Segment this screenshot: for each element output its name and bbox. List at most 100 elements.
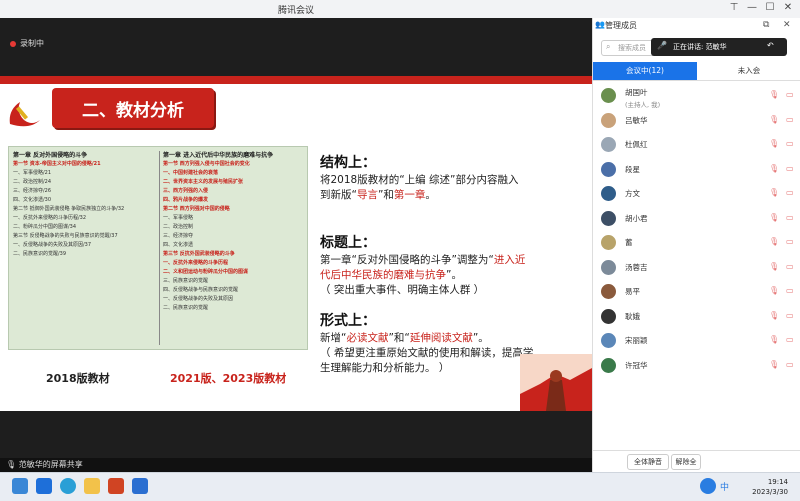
- participant-row[interactable]: 方文 🎙 ▭: [593, 182, 800, 207]
- mic-muted-icon[interactable]: 🎙: [769, 188, 779, 197]
- presentation-slide: 二、教材分析 第一章 反对外国侵略的斗争 第一节 资本-帝国主义对中国的侵略/21…: [0, 76, 592, 411]
- structure-line2: 到新版“导言”和第一章。: [320, 189, 436, 201]
- avatar: [601, 161, 616, 177]
- camera-off-icon[interactable]: ▭: [786, 311, 794, 320]
- column-divider: [159, 151, 160, 345]
- avatar: [601, 88, 616, 103]
- participant-row[interactable]: 杜佩红 🎙 ▭: [593, 133, 800, 158]
- participant-row[interactable]: 胡小君 🎙 ▭: [593, 207, 800, 232]
- mic-muted-icon[interactable]: 🎙: [769, 311, 779, 320]
- participant-row[interactable]: 易平 🎙 ▭: [593, 280, 800, 305]
- powerpoint-icon[interactable]: [108, 478, 124, 494]
- monument-decoration-icon: [520, 354, 592, 411]
- mic-muted-icon[interactable]: 🎙: [769, 335, 779, 344]
- panel-close-icon[interactable]: ✕: [783, 20, 791, 30]
- participant-row[interactable]: 耿娥 🎙 ▭: [593, 305, 800, 330]
- camera-off-icon[interactable]: ▭: [786, 360, 794, 369]
- speaking-text: 正在讲话: 范敏华: [673, 43, 727, 51]
- participant-name: 吕敏华: [625, 115, 648, 125]
- participant-name: 汤蓉吉: [625, 262, 648, 272]
- tab-not-joined[interactable]: 未入会: [697, 62, 800, 80]
- structure-line1: 将2018版教材的“上编 综述”部分内容融入: [320, 174, 519, 186]
- slide-header: 二、教材分析: [52, 88, 214, 128]
- tencent-meeting-icon[interactable]: [132, 478, 148, 494]
- popout-icon[interactable]: ⧉: [763, 20, 769, 30]
- mic-muted-icon[interactable]: 🎙: [769, 164, 779, 173]
- participant-name: 方文: [625, 189, 640, 198]
- clock-date: 2023/3/30: [752, 488, 788, 496]
- screen-share-label: 🎙 范敏华的屏幕共享: [6, 460, 83, 469]
- contents-line: 四、反侵略战争与民族意识的觉醒: [163, 287, 239, 293]
- baidu-ime-icon[interactable]: [700, 478, 716, 494]
- mic-muted-icon[interactable]: 🎙: [769, 237, 779, 246]
- windows-taskbar: 中 19:14 2023/3/30: [0, 472, 800, 501]
- members-icon: 👥: [595, 20, 605, 29]
- widgets-icon[interactable]: [12, 478, 28, 494]
- participant-row[interactable]: 许冠华 🎙 ▭: [593, 354, 800, 379]
- system-clock[interactable]: 19:14 2023/3/30: [744, 477, 788, 497]
- close-button[interactable]: ✕: [780, 2, 796, 13]
- title-section: 标题上： 第一章“反对外国侵略的斗争”调整为“进入近 代后中华民族的磨难与抗争”…: [320, 236, 582, 298]
- camera-off-icon[interactable]: ▭: [786, 139, 794, 148]
- contents-line: 第一章 反对外国侵略的斗争: [13, 152, 88, 159]
- label-2018-edition: 2018版教材: [46, 372, 110, 385]
- participant-row[interactable]: 胡国叶 (主持人, 我) 🎙 ▭: [593, 84, 800, 109]
- camera-off-icon[interactable]: ▭: [786, 335, 794, 344]
- avatar: [601, 112, 616, 128]
- camera-off-icon[interactable]: ▭: [786, 115, 794, 124]
- recording-indicator[interactable]: 录制中: [10, 38, 44, 49]
- participant-row[interactable]: 蓄 🎙 ▭: [593, 231, 800, 256]
- participant-name: 宋丽颖: [625, 336, 648, 345]
- mic-muted-icon[interactable]: 🎙: [769, 262, 779, 271]
- contents-line: 四、鸦片战争的爆发: [163, 197, 209, 203]
- contents-line: 四、文化渗透: [163, 242, 194, 248]
- mic-muted-icon[interactable]: 🎙: [769, 90, 779, 99]
- contents-line: 第一章 进入近代后中华民族的磨难与抗争: [163, 152, 274, 159]
- edge-browser-icon[interactable]: [60, 478, 76, 494]
- camera-off-icon[interactable]: ▭: [786, 262, 794, 271]
- mic-muted-icon[interactable]: 🎙: [769, 115, 779, 124]
- camera-off-icon[interactable]: ▭: [786, 286, 794, 295]
- camera-off-icon[interactable]: ▭: [786, 188, 794, 197]
- pin-icon[interactable]: ⊤: [726, 2, 742, 13]
- title-line3: （ 突出重大事件、明确主体人群 ）: [320, 284, 485, 296]
- participant-name: 易平: [625, 287, 640, 296]
- contents-line: 一、军事侵略/21: [13, 170, 52, 176]
- contents-line: 二、义和团运动与粉碎瓜分中国的图谋: [163, 269, 249, 275]
- unmute-all-button[interactable]: 解除全: [671, 454, 701, 470]
- maximize-button[interactable]: ☐: [762, 2, 778, 13]
- window-title: 腾讯会议: [277, 6, 314, 16]
- raise-hand-icon[interactable]: ↶: [767, 41, 774, 50]
- participant-row[interactable]: 宋丽颖 🎙 ▭: [593, 329, 800, 354]
- avatar: [601, 284, 616, 299]
- camera-off-icon[interactable]: ▭: [786, 237, 794, 246]
- mic-muted-icon[interactable]: 🎙: [769, 360, 779, 369]
- file-explorer-icon[interactable]: [84, 478, 100, 494]
- avatar: [601, 357, 616, 373]
- contents-line: 三、西方列强的入侵: [163, 188, 209, 194]
- tab-in-meeting[interactable]: 会议中(12): [593, 62, 697, 80]
- ime-mode-label[interactable]: 中: [720, 480, 729, 493]
- camera-off-icon[interactable]: ▭: [786, 90, 794, 99]
- camera-off-icon[interactable]: ▭: [786, 213, 794, 222]
- mic-muted-icon[interactable]: 🎙: [769, 286, 779, 295]
- title-line1: 第一章“反对外国侵略的斗争”调整为“进入近: [320, 254, 526, 266]
- minimize-button[interactable]: —: [744, 2, 760, 13]
- participant-tabs: 会议中(12) 未入会: [593, 62, 800, 81]
- participant-row[interactable]: 吕敏华 🎙 ▭: [593, 109, 800, 134]
- start-icon[interactable]: [36, 478, 52, 494]
- participant-row[interactable]: 段星 🎙 ▭: [593, 158, 800, 183]
- share-status-bar: 🎙 范敏华的屏幕共享: [0, 458, 592, 472]
- mute-all-button[interactable]: 全体静音: [627, 454, 669, 470]
- mic-muted-icon[interactable]: 🎙: [769, 139, 779, 148]
- contents-line: 第二节 抵御外国武装侵略 争取民族独立的斗争/32: [13, 206, 125, 212]
- contents-line: 第三节 反侵略战争的失败与民族意识的觉醒/37: [13, 233, 118, 239]
- contents-line: 一、反侵略战争的失败及其原因: [163, 296, 234, 302]
- mic-muted-icon[interactable]: 🎙: [769, 213, 779, 222]
- camera-off-icon[interactable]: ▭: [786, 164, 794, 173]
- slide-top-band: [0, 76, 592, 84]
- participant-name: 蓄: [625, 238, 633, 247]
- panel-title: 管理成员: [605, 21, 637, 30]
- participant-row[interactable]: 汤蓉吉 🎙 ▭: [593, 256, 800, 281]
- contents-line: 一、中国封建社会的衰落: [163, 170, 219, 176]
